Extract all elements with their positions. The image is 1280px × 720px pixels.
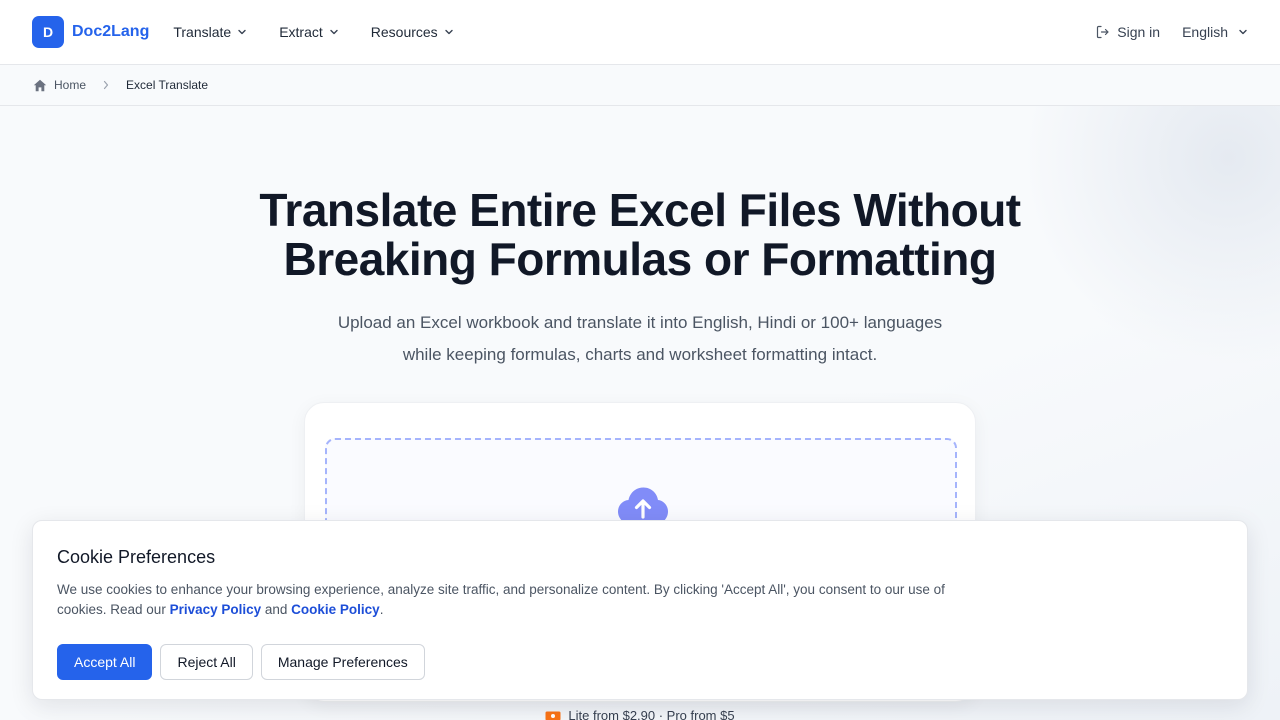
breadcrumb-current: Excel Translate xyxy=(126,78,209,92)
manage-preferences-button[interactable]: Manage Preferences xyxy=(260,644,425,680)
chevron-right-icon xyxy=(102,80,110,90)
accept-all-button[interactable]: Accept All xyxy=(57,644,153,680)
ticket-icon xyxy=(545,711,561,720)
page-subtitle: Upload an Excel workbook and translate i… xyxy=(290,307,990,371)
sign-in-button[interactable]: Sign in xyxy=(1096,24,1160,40)
breadcrumb-home-label: Home xyxy=(54,78,87,92)
chevron-down-icon xyxy=(1239,29,1247,35)
nav-translate-menu[interactable]: Translate xyxy=(173,24,247,40)
nav-translate-label: Translate xyxy=(173,24,232,40)
nav-extract-label: Extract xyxy=(279,24,323,40)
page-subtitle-line-2: while keeping formulas, charts and works… xyxy=(402,345,878,364)
cookie-text-and: and xyxy=(261,602,292,617)
nav-extract-menu[interactable]: Extract xyxy=(279,24,339,40)
nav-resources-label: Resources xyxy=(370,24,438,40)
sign-in-label: Sign in xyxy=(1117,24,1161,40)
chevron-down-icon xyxy=(238,29,246,35)
home-icon xyxy=(33,79,47,91)
privacy-policy-link[interactable]: Privacy Policy xyxy=(170,602,262,617)
site-header: D Doc2Lang Translate Extract Resources S… xyxy=(0,0,1280,65)
cookie-text-period: . xyxy=(379,602,384,617)
page-title: Translate Entire Excel Files Without Bre… xyxy=(0,186,1280,284)
cookie-actions: Accept All Reject All Manage Preferences xyxy=(57,644,1223,680)
cookie-banner: Cookie Preferences We use cookies to enh… xyxy=(32,520,1248,700)
brand-name: Doc2Lang xyxy=(72,23,150,40)
cookie-banner-text: We use cookies to enhance your browsing … xyxy=(57,580,967,620)
main-nav: Translate Extract Resources xyxy=(173,24,453,40)
chevron-down-icon xyxy=(444,29,453,35)
reject-all-button[interactable]: Reject All xyxy=(160,644,253,680)
breadcrumb: Home Excel Translate xyxy=(0,65,1280,106)
sign-in-icon xyxy=(1097,25,1109,39)
breadcrumb-home-link[interactable]: Home xyxy=(33,78,86,92)
nav-resources-menu[interactable]: Resources xyxy=(371,24,454,40)
pricing-text: Lite from $2.90 · Pro from $5 xyxy=(568,708,735,720)
page-title-line-2: Breaking Formulas or Formatting xyxy=(283,233,997,285)
logo-badge: D xyxy=(32,16,64,48)
chevron-down-icon xyxy=(330,29,338,35)
pricing-note: Lite from $2.90 · Pro from $5 xyxy=(0,708,1280,720)
language-selector[interactable]: English xyxy=(1182,24,1248,40)
cookie-policy-link[interactable]: Cookie Policy xyxy=(291,602,380,617)
cookie-banner-title: Cookie Preferences xyxy=(57,547,216,567)
brand-logo-link[interactable]: D Doc2Lang xyxy=(32,16,149,48)
page-subtitle-line-1: Upload an Excel workbook and translate i… xyxy=(337,313,943,332)
header-actions: Sign in English xyxy=(1096,24,1248,40)
language-label: English xyxy=(1182,24,1228,40)
page-title-line-1: Translate Entire Excel Files Without xyxy=(259,184,1021,236)
